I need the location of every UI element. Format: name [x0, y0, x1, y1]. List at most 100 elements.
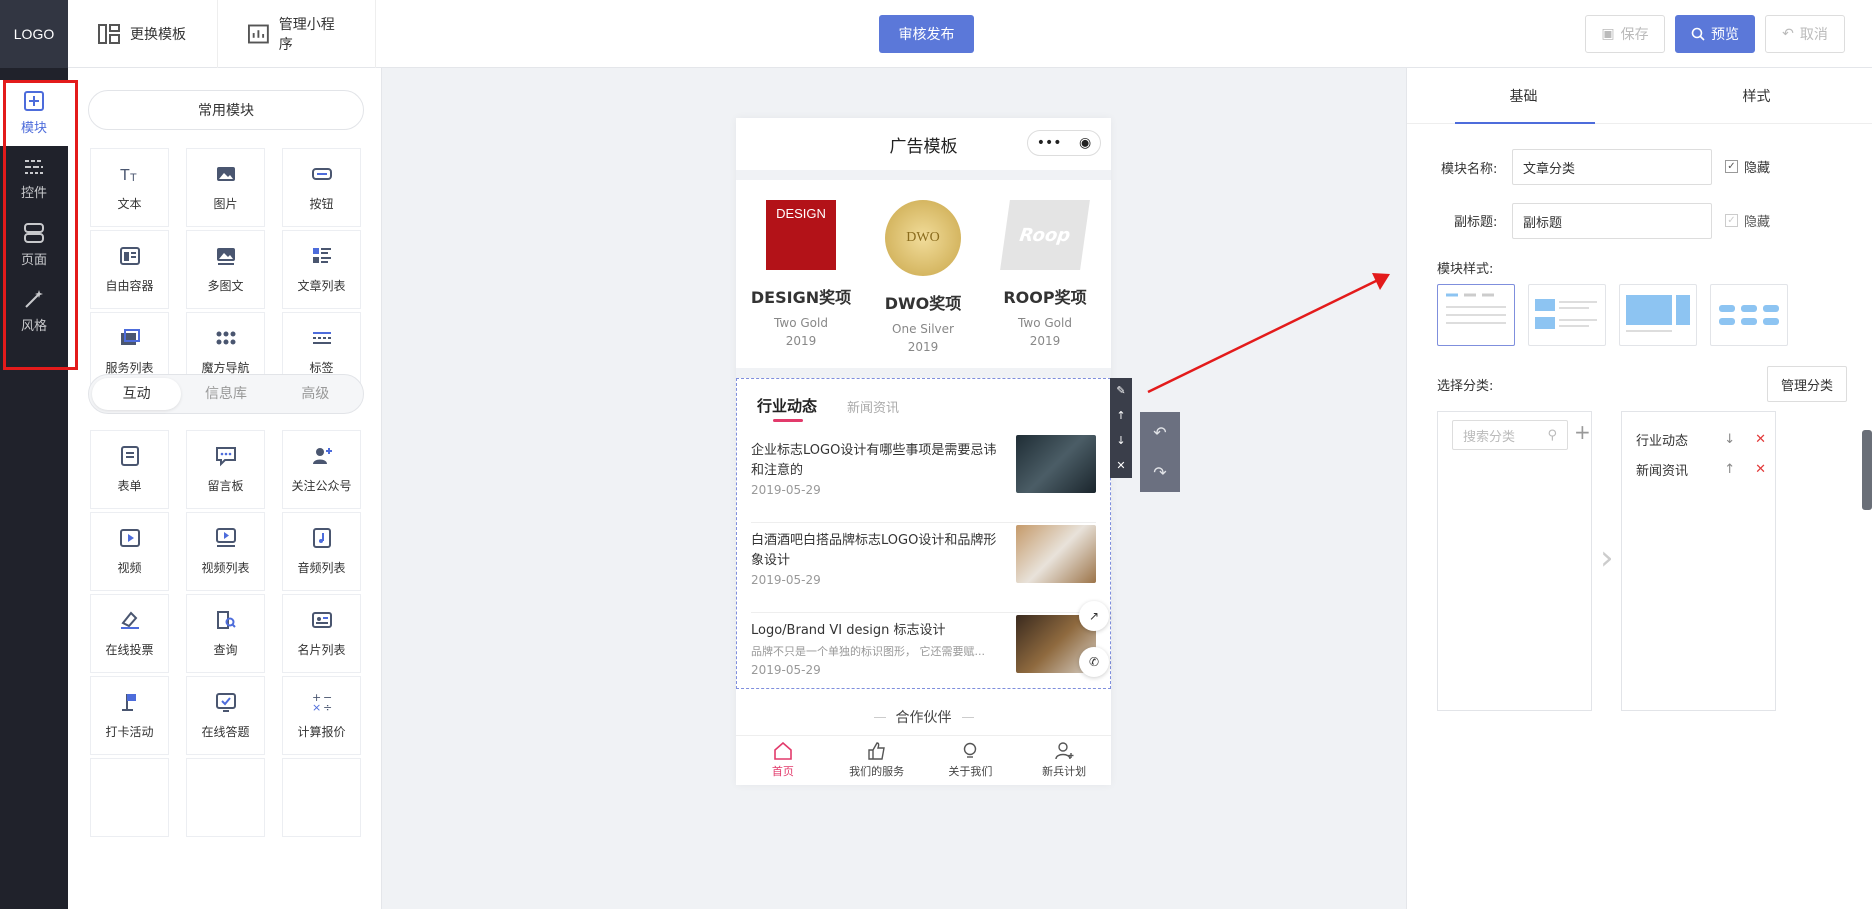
- category-name: 行业动态: [1636, 434, 1689, 449]
- selected-category-item[interactable]: 行业动态 ↓ ✕: [1636, 430, 1766, 449]
- category-search-input[interactable]: 搜索分类 ⚲: [1452, 420, 1568, 450]
- section-divider: [736, 368, 1111, 378]
- module-label: 文本: [117, 197, 142, 211]
- tab-home[interactable]: 首页: [736, 736, 830, 785]
- news-date: 2019-05-29: [751, 663, 821, 677]
- miniapp-capsule[interactable]: ••• ◉: [1027, 130, 1101, 156]
- module-online-quiz[interactable]: 在线答题: [186, 676, 265, 755]
- awards-section[interactable]: DESIGN DESIGN奖项 Two Gold 2019 DWO DWO奖项 O…: [736, 180, 1111, 368]
- more-dots-icon[interactable]: •••: [1037, 135, 1062, 151]
- module-toolbar: ✎ ↑ ↓ ✕: [1110, 378, 1132, 478]
- manage-miniapp-button[interactable]: 管理小程序: [218, 0, 376, 68]
- save-button[interactable]: ▣ 保存: [1585, 15, 1665, 53]
- module-style-label: 模块样式:: [1437, 262, 1494, 277]
- phone-call-icon[interactable]: ✆: [1079, 647, 1109, 677]
- partners-section: 合作伙伴: [736, 702, 1111, 732]
- side-scroll-handle[interactable]: [1862, 430, 1872, 510]
- cancel-button[interactable]: ↶ 取消: [1765, 15, 1845, 53]
- module-video[interactable]: 视频: [90, 512, 169, 591]
- module-audio-list[interactable]: 音频列表: [282, 512, 361, 591]
- news-tab-industry[interactable]: 行业动态: [757, 395, 817, 416]
- share-icon[interactable]: ↗: [1079, 601, 1109, 631]
- tab-interactive[interactable]: 互动: [92, 378, 182, 410]
- hide-subtitle-checkbox[interactable]: ✓ 隐藏: [1725, 211, 1770, 230]
- module-online-vote[interactable]: 在线投票: [90, 594, 169, 673]
- module-form[interactable]: 表单: [90, 430, 169, 509]
- template-icon: [98, 24, 120, 44]
- publish-button[interactable]: 审核发布: [879, 15, 974, 53]
- move-down-icon[interactable]: ↓: [1724, 432, 1735, 447]
- module-video-list[interactable]: 视频列表: [186, 512, 265, 591]
- news-item[interactable]: Logo/Brand VI design 标志设计 品牌不只是一个单独的标识图形…: [751, 615, 1096, 703]
- phone-title: 广告模板: [889, 136, 958, 157]
- chevron-right-icon[interactable]: ›: [1600, 538, 1614, 578]
- home-icon: [774, 742, 792, 760]
- award-item[interactable]: Roop ROOP奖项 Two Gold 2019: [990, 200, 1100, 350]
- style-option-thumbs[interactable]: [1528, 284, 1606, 346]
- dwo-award-medal: DWO: [885, 200, 961, 276]
- module-calc-quote[interactable]: + − × ÷ 计算报价: [282, 676, 361, 755]
- module-card-list[interactable]: 名片列表: [282, 594, 361, 673]
- module-more-3[interactable]: [282, 758, 361, 837]
- module-more-2[interactable]: [186, 758, 265, 837]
- award-item[interactable]: DWO DWO奖项 One Silver 2019: [868, 200, 978, 356]
- add-category-icon[interactable]: +: [1574, 420, 1591, 444]
- sidenav-highlight-box: [3, 80, 78, 370]
- module-more-1[interactable]: [90, 758, 169, 837]
- module-follow-account[interactable]: 关注公众号: [282, 430, 361, 509]
- tab-advanced[interactable]: 高级: [271, 378, 360, 410]
- news-thumbnail: [1016, 435, 1096, 493]
- style-option-list[interactable]: [1437, 284, 1515, 346]
- header-divider: [736, 170, 1111, 180]
- tab-services[interactable]: 我们的服务: [830, 736, 924, 785]
- redo-icon[interactable]: ↷: [1153, 463, 1166, 482]
- module-panel: 常用模块 TT 文本 图片 按钮 自由容器 多图文 文章列表 服务列表 魔方导航…: [68, 68, 382, 909]
- tab-style[interactable]: 样式: [1640, 68, 1872, 123]
- remove-icon[interactable]: ✕: [1755, 462, 1766, 477]
- style-option-pills[interactable]: [1710, 284, 1788, 346]
- change-template-button[interactable]: 更换模板: [68, 0, 218, 68]
- module-text[interactable]: TT 文本: [90, 148, 169, 227]
- subtitle-input[interactable]: 副标题: [1512, 203, 1712, 239]
- module-query[interactable]: 查询: [186, 594, 265, 673]
- grid-dots-icon: [216, 331, 235, 345]
- move-up-icon[interactable]: ↑: [1724, 462, 1735, 477]
- hide-module-name-checkbox[interactable]: ✓ 隐藏: [1725, 157, 1770, 176]
- category-name: 新闻资讯: [1636, 464, 1689, 479]
- edit-icon[interactable]: ✎: [1116, 384, 1125, 397]
- move-up-icon[interactable]: ↑: [1116, 409, 1125, 422]
- module-free-container[interactable]: 自由容器: [90, 230, 169, 309]
- style-option-cards[interactable]: [1619, 284, 1697, 346]
- move-down-icon[interactable]: ↓: [1116, 434, 1125, 447]
- tab-basic[interactable]: 基础: [1407, 68, 1640, 124]
- module-name-input[interactable]: 文章分类: [1512, 149, 1712, 185]
- award-item[interactable]: DESIGN DESIGN奖项 Two Gold 2019: [746, 200, 856, 350]
- module-button[interactable]: 按钮: [282, 148, 361, 227]
- text-icon: TT: [120, 167, 137, 184]
- selected-category-item[interactable]: 新闻资讯 ↑ ✕: [1636, 460, 1766, 479]
- app-logo: LOGO: [0, 0, 68, 68]
- close-circle-icon[interactable]: ◉: [1079, 135, 1091, 151]
- module-check-in[interactable]: 打卡活动: [90, 676, 169, 755]
- news-date: 2019-05-29: [751, 483, 821, 497]
- tab-recruit[interactable]: 新兵计划: [1017, 736, 1111, 785]
- tab-info-library[interactable]: 信息库: [181, 378, 270, 410]
- news-item[interactable]: 企业标志LOGO设计有哪些事项是需要忌讳和注意的 2019-05-29: [751, 435, 1096, 523]
- manage-category-button[interactable]: 管理分类: [1767, 366, 1847, 402]
- module-image[interactable]: 图片: [186, 148, 265, 227]
- delete-icon[interactable]: ✕: [1116, 459, 1125, 472]
- news-item[interactable]: 白酒酒吧白搭品牌标志LOGO设计和品牌形象设计 2019-05-29: [751, 525, 1096, 613]
- undo-icon[interactable]: ↶: [1153, 423, 1166, 442]
- article-category-module[interactable]: 行业动态 新闻资讯 企业标志LOGO设计有哪些事项是需要忌讳和注意的 2019-…: [736, 378, 1111, 689]
- common-modules-header[interactable]: 常用模块: [88, 90, 364, 130]
- container-icon: [119, 247, 140, 265]
- module-article-list[interactable]: 文章列表: [282, 230, 361, 309]
- preview-button[interactable]: 预览: [1675, 15, 1755, 53]
- flag-icon: [121, 694, 136, 711]
- remove-icon[interactable]: ✕: [1755, 432, 1766, 447]
- module-multi-article[interactable]: 多图文: [186, 230, 265, 309]
- tab-about[interactable]: 关于我们: [924, 736, 1018, 785]
- module-label: 图片: [213, 197, 238, 211]
- news-tab-news[interactable]: 新闻资讯: [847, 397, 899, 416]
- module-message-board[interactable]: 留言板: [186, 430, 265, 509]
